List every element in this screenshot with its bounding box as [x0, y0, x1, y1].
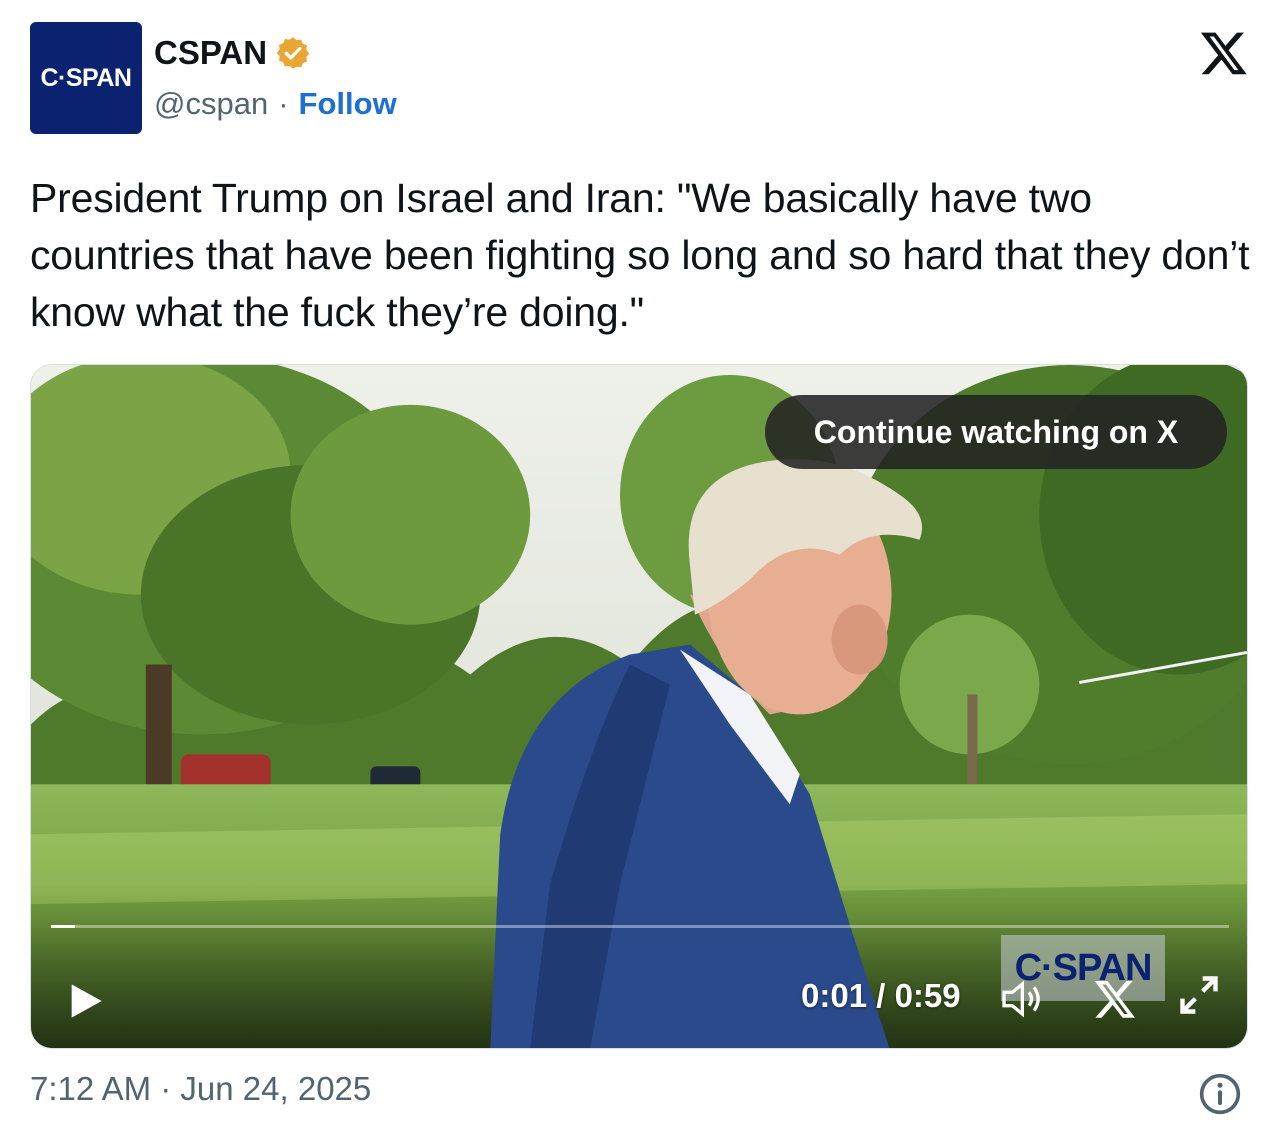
video-time: 0:01 / 0:59 — [801, 977, 961, 1015]
tweet-time: 7:12 AM — [30, 1070, 152, 1107]
author-row: CSPAN — [154, 34, 311, 72]
handle-row: @cspan · Follow — [154, 86, 397, 122]
timestamp-separator: · — [160, 1070, 172, 1107]
tweet-header: C·SPAN CSPAN @cspan · Follow — [30, 22, 1250, 138]
tweet-timestamp[interactable]: 7:12 AM · Jun 24, 2025 — [30, 1070, 371, 1108]
video-player[interactable]: Continue watching on X 0:01 / 0:59 C·SPA… — [30, 364, 1248, 1049]
tweet-text: President Trump on Israel and Iran: "We … — [30, 175, 1250, 335]
volume-icon[interactable] — [999, 979, 1049, 1019]
x-overlay-icon — [1094, 981, 1135, 1018]
x-logo-icon[interactable] — [1198, 28, 1250, 78]
duration: 0:59 — [894, 977, 961, 1014]
progress-fill — [51, 925, 75, 928]
verified-badge-icon — [276, 37, 310, 69]
continue-watching-button[interactable]: Continue watching on X — [765, 395, 1227, 469]
author-handle[interactable]: @cspan — [154, 86, 268, 122]
author-name[interactable]: CSPAN — [154, 34, 267, 72]
elapsed-time: 0:01 — [801, 977, 868, 1014]
info-icon[interactable] — [1198, 1072, 1242, 1116]
tweet-date: Jun 24, 2025 — [180, 1070, 372, 1107]
follow-button[interactable]: Follow — [299, 86, 397, 122]
play-icon[interactable] — [65, 981, 105, 1021]
time-separator: / — [867, 977, 895, 1014]
avatar[interactable]: C·SPAN — [30, 22, 142, 134]
fullscreen-icon[interactable] — [1177, 973, 1221, 1017]
handle-separator: · — [278, 86, 289, 121]
progress-bar[interactable] — [51, 925, 1229, 928]
